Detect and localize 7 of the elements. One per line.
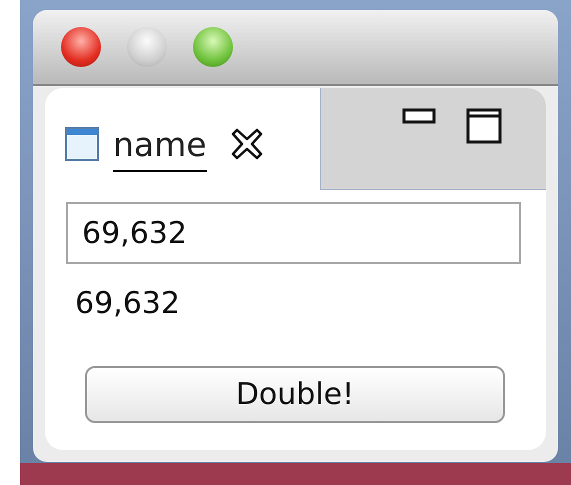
result-label: 69,632 [75, 286, 181, 323]
window-icon [65, 127, 99, 161]
maximize-icon[interactable] [466, 108, 502, 144]
close-icon[interactable] [228, 126, 265, 162]
double-button[interactable]: Double! [85, 366, 505, 423]
input-field[interactable]: 69,632 [66, 202, 521, 264]
tab-label: name [113, 124, 207, 172]
